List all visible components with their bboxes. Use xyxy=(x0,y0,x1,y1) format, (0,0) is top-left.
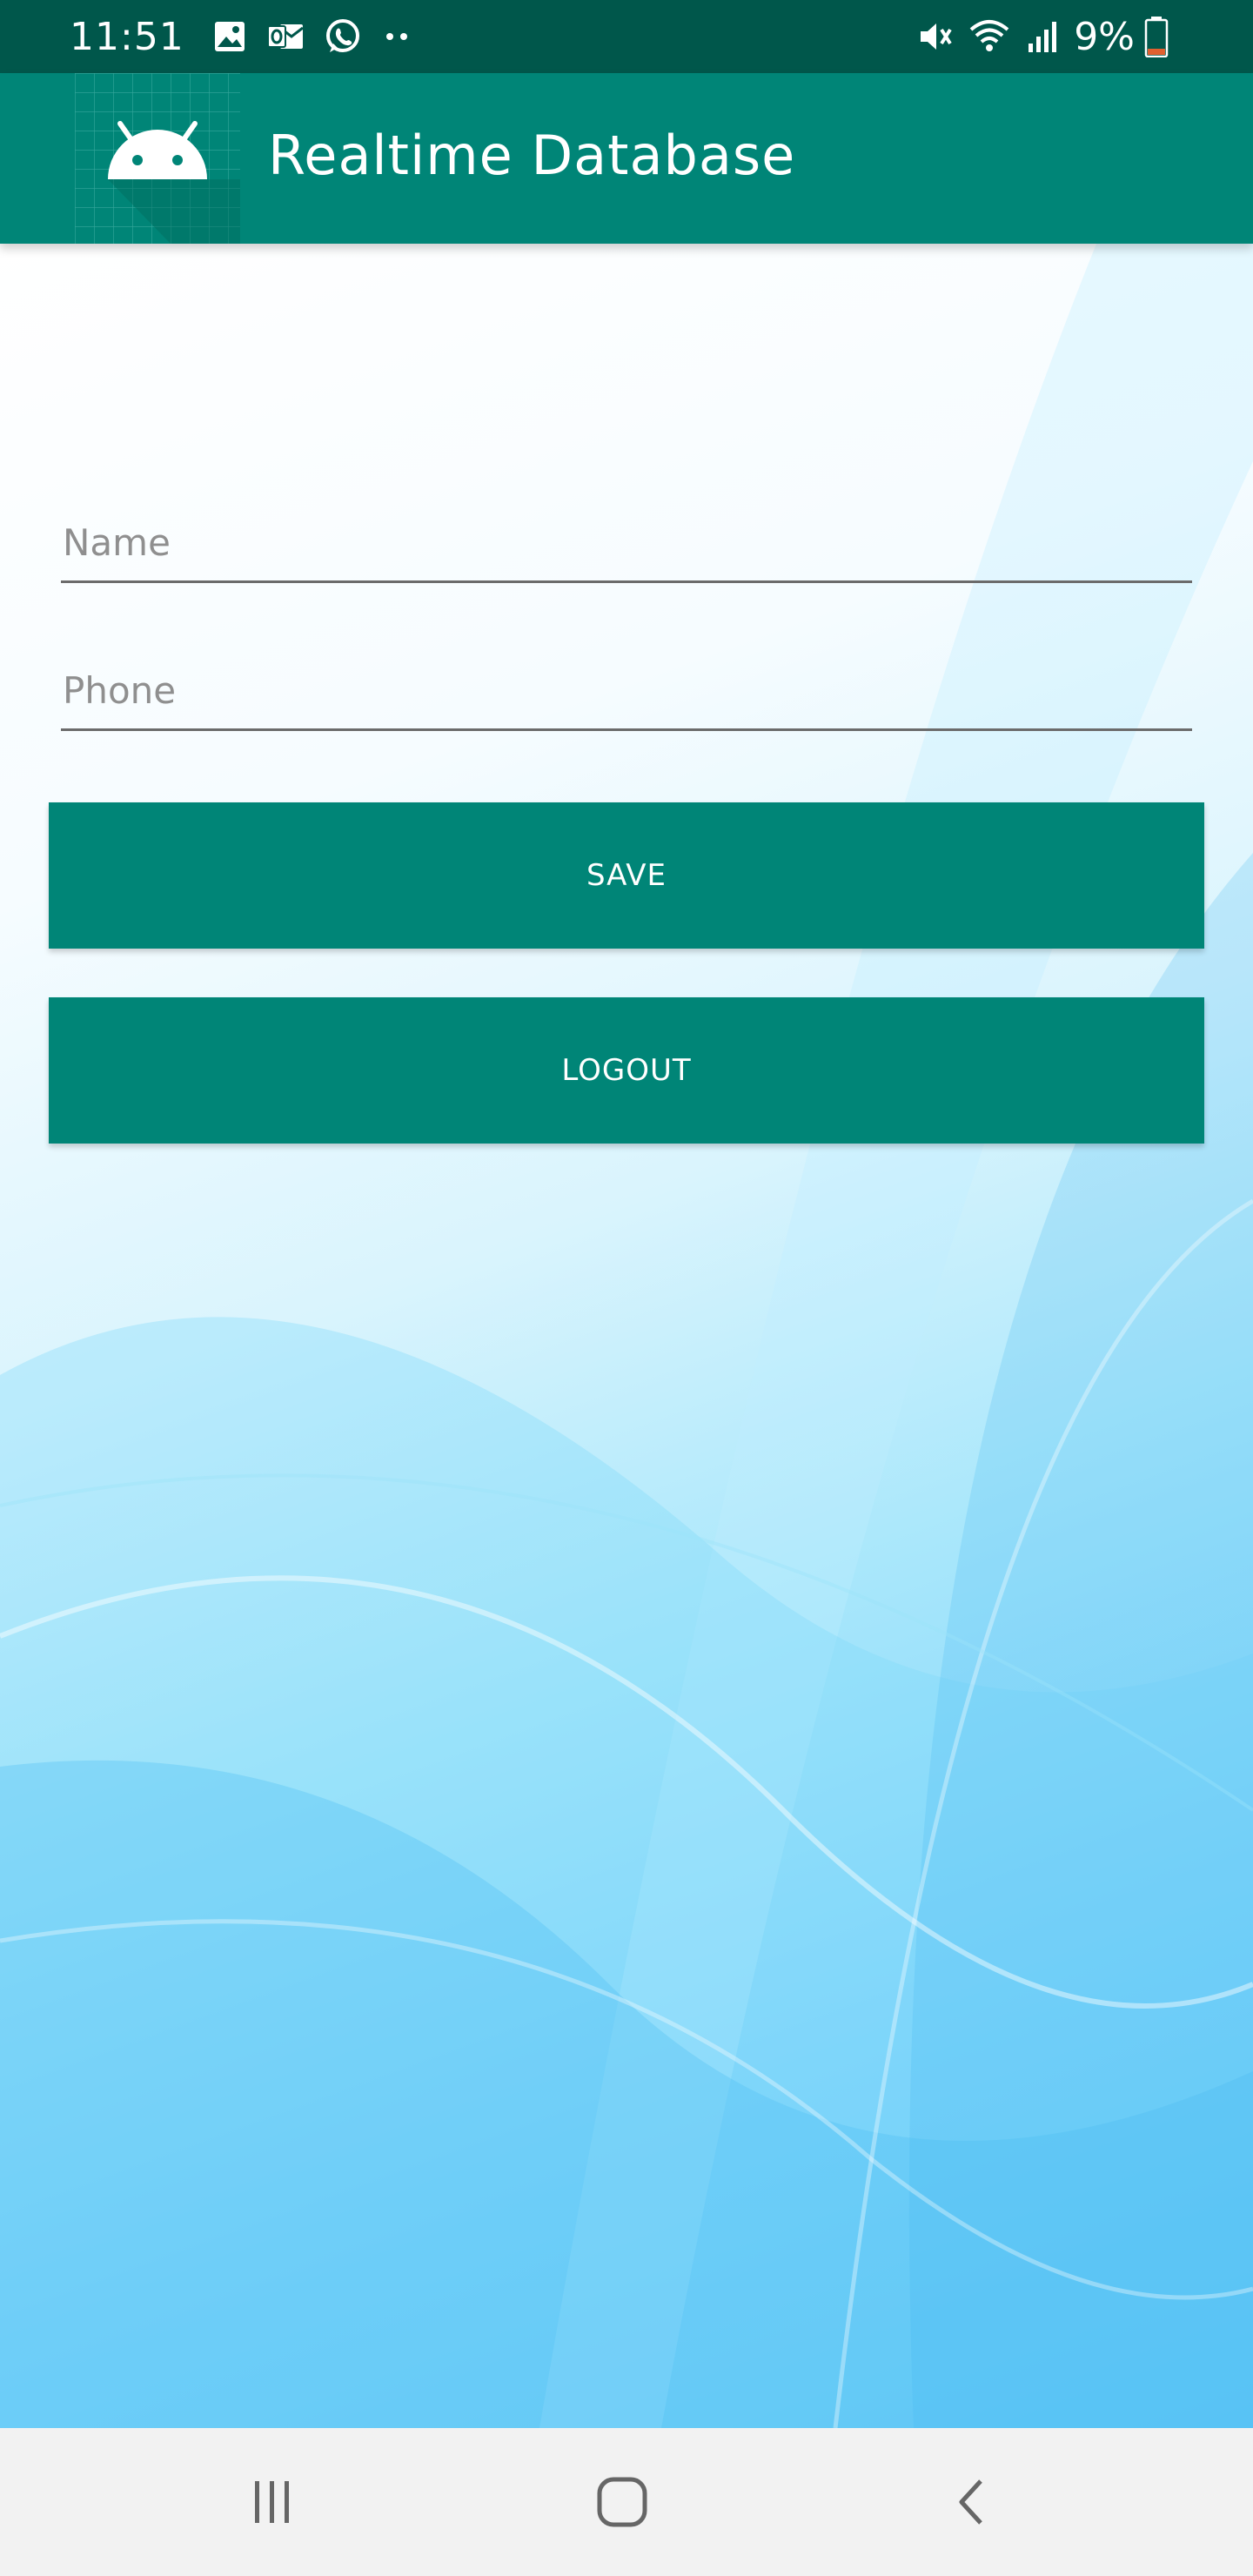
phone-input[interactable] xyxy=(61,653,1192,728)
app-title: Realtime Database xyxy=(268,124,796,187)
home-icon[interactable] xyxy=(583,2463,661,2541)
outlook-icon xyxy=(266,19,305,54)
save-button[interactable]: SAVE xyxy=(49,802,1204,949)
battery-icon xyxy=(1143,16,1169,57)
image-icon xyxy=(212,19,247,54)
signal-icon xyxy=(1025,17,1060,56)
status-bar: 11:51 9% xyxy=(0,0,1253,73)
name-input[interactable] xyxy=(61,505,1192,580)
status-left: 11:51 xyxy=(70,0,432,73)
whatsapp-icon xyxy=(324,17,362,56)
app-bar: Realtime Database xyxy=(0,73,1253,244)
navigation-bar xyxy=(0,2428,1253,2576)
recent-apps-icon[interactable] xyxy=(233,2463,312,2541)
wifi-icon xyxy=(968,17,1011,56)
logout-button[interactable]: LOGOUT xyxy=(49,997,1204,1144)
phone-field[interactable] xyxy=(61,653,1192,731)
android-icon xyxy=(75,73,240,244)
name-field[interactable] xyxy=(61,505,1192,583)
status-right: 9% xyxy=(915,0,1183,73)
app-screen: 11:51 9% Realtime Database Name Phone SA… xyxy=(0,0,1253,2576)
mute-icon xyxy=(915,17,954,56)
battery-percent: 9% xyxy=(1074,14,1135,59)
status-time: 11:51 xyxy=(70,14,184,59)
more-dots-icon xyxy=(381,28,412,45)
content-area: SAVE LOGOUT xyxy=(0,244,1253,2428)
back-icon[interactable] xyxy=(933,2463,1011,2541)
